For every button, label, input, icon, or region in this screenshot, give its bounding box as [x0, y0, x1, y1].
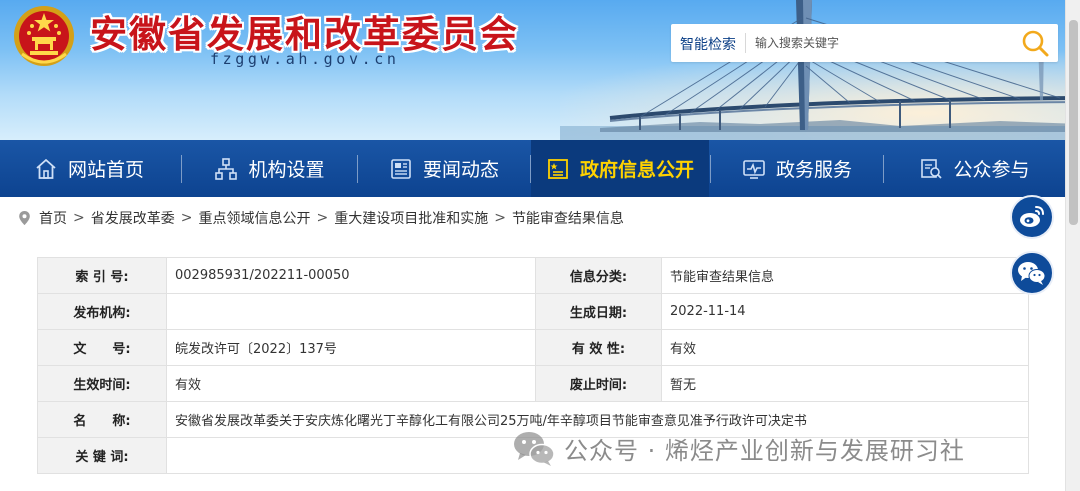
nav-label-organization: 机构设置 — [248, 159, 325, 181]
effective-time-label: 生效时间: — [37, 365, 167, 402]
validity-value: 有效 — [661, 329, 1029, 366]
breadcrumb: 首页 > 省发展改革委 > 重点领域信息公开 > 重大建设项目批准和实施 > 节… — [18, 208, 624, 228]
info-disclosure-icon — [548, 158, 568, 179]
category-value: 节能审查结果信息 — [661, 257, 1029, 294]
weibo-icon — [1020, 206, 1044, 227]
breadcrumb-energy-review[interactable]: 节能审查结果信息 — [512, 208, 624, 228]
generated-date-value: 2022-11-14 — [661, 293, 1029, 330]
wechat-icon — [1018, 262, 1046, 285]
repeal-time-value: 暂无 — [661, 365, 1029, 402]
nav-item-home[interactable]: 网站首页 — [0, 140, 178, 197]
search-box: 智能检索 — [671, 24, 1058, 62]
document-number-label: 文 号: — [37, 329, 167, 366]
table-row: 生效时间: 有效 废止时间: 暂无 — [37, 365, 1029, 402]
scrollbar-thumb[interactable] — [1069, 20, 1078, 225]
nav-label-participation: 公众参与 — [953, 159, 1030, 181]
search-input[interactable] — [755, 32, 1005, 54]
breadcrumb-separator: > — [494, 210, 506, 226]
location-pin-icon — [19, 211, 30, 225]
publisher-value — [166, 293, 536, 330]
national-emblem-icon — [14, 6, 74, 66]
nav-label-home: 网站首页 — [67, 159, 144, 181]
watermark-text: 公众号 · 烯烃产业创新与发展研习社 — [564, 436, 965, 465]
validity-label: 有 效 性: — [535, 329, 662, 366]
nav-item-news[interactable]: 要闻动态 — [358, 140, 530, 197]
wechat-share-button[interactable] — [1010, 251, 1054, 295]
nav-item-participation[interactable]: 公众参与 — [884, 140, 1065, 197]
nav-label-info-disclosure: 政府信息公开 — [579, 159, 694, 181]
news-icon — [391, 158, 411, 179]
breadcrumb-separator: > — [180, 210, 193, 226]
nav-item-services[interactable]: 政务服务 — [711, 140, 883, 197]
table-row: 索 引 号: 002985931/202211-00050 信息分类: 节能审查… — [37, 257, 1029, 294]
nav-item-info-disclosure[interactable]: 政府信息公开 — [531, 140, 709, 197]
wechat-watermark: 公众号 · 烯烃产业创新与发展研习社 — [512, 428, 965, 468]
nav-item-organization[interactable]: 机构设置 — [182, 140, 357, 197]
repeal-time-label: 废止时间: — [535, 365, 662, 402]
service-icon — [743, 159, 765, 179]
participation-icon — [921, 158, 943, 179]
vertical-scrollbar[interactable] — [1065, 0, 1080, 491]
table-row: 文 号: 皖发改许可〔2022〕137号 有 效 性: 有效 — [37, 329, 1029, 366]
table-row: 发布机构: 生成日期: 2022-11-14 — [37, 293, 1029, 330]
search-icon[interactable] — [1019, 27, 1051, 59]
site-domain: fzggw.ah.gov.cn — [210, 50, 400, 68]
site-header: 安徽省发展和改革委员会 fzggw.ah.gov.cn 智能检索 — [0, 0, 1080, 140]
org-chart-icon — [215, 157, 238, 180]
category-label: 信息分类: — [535, 257, 662, 294]
breadcrumb-separator: > — [316, 210, 329, 226]
wechat-logo-icon — [514, 432, 555, 466]
main-nav: 网站首页 机构设置 要闻动态 政府信息公开 政务服务 公众参与 — [0, 140, 1065, 197]
breadcrumb-major-projects[interactable]: 重大建设项目批准和实施 — [334, 208, 488, 228]
breadcrumb-key-areas[interactable]: 重点领域信息公开 — [198, 208, 310, 228]
index-number-value: 002985931/202211-00050 — [166, 257, 536, 294]
generated-date-label: 生成日期: — [535, 293, 662, 330]
publisher-label: 发布机构: — [37, 293, 167, 330]
keywords-label: 关 键 词: — [37, 437, 167, 474]
smart-search-label[interactable]: 智能检索 — [680, 34, 736, 54]
index-number-label: 索 引 号: — [37, 257, 167, 294]
document-number-value: 皖发改许可〔2022〕137号 — [166, 329, 536, 366]
nav-label-news: 要闻动态 — [422, 159, 499, 181]
search-divider — [745, 33, 746, 53]
document-name-label: 名 称: — [37, 401, 167, 438]
weibo-share-button[interactable] — [1010, 195, 1054, 239]
home-icon — [36, 158, 56, 179]
breadcrumb-ndrc[interactable]: 省发展改革委 — [91, 208, 175, 228]
nav-label-services: 政务服务 — [775, 159, 852, 181]
effective-time-value: 有效 — [166, 365, 536, 402]
breadcrumb-separator: > — [73, 210, 85, 226]
breadcrumb-home[interactable]: 首页 — [39, 208, 67, 228]
